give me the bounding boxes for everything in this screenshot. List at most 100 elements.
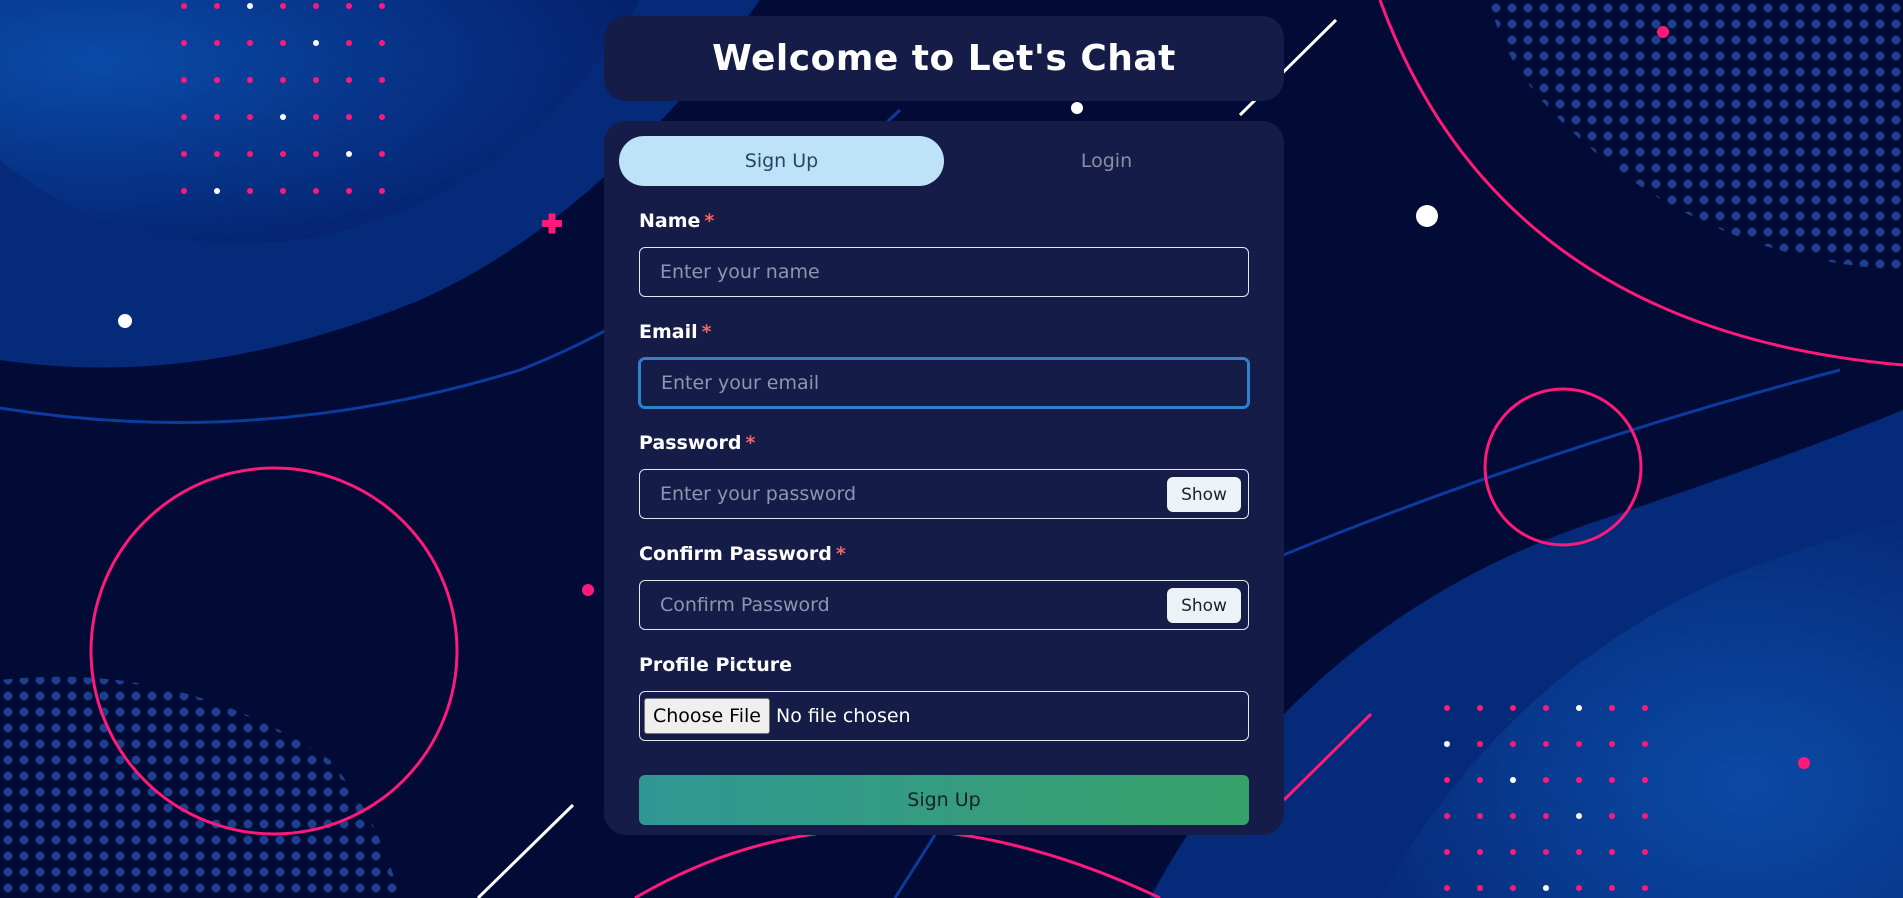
bg-grid-dot [346,40,352,46]
page-title: Welcome to Let's Chat [712,38,1176,79]
bg-grid-dot [313,77,319,83]
bg-grid-dot [1543,849,1549,855]
bg-grid-dot [313,114,319,120]
name-input[interactable] [640,248,1248,296]
bg-grid-dot [1609,849,1615,855]
auth-tabs: Sign Up Login [619,136,1269,186]
bg-grid-dot [181,77,187,83]
bg-grid-dot [346,188,352,194]
file-status: No file chosen [775,705,911,727]
bg-grid-dot [181,151,187,157]
bg-grid-dot [247,114,253,120]
bg-grid-dot [1510,741,1516,747]
bg-grid-dot [346,3,352,9]
bg-grid-dot [1477,741,1483,747]
password-field-wrapper: Show [639,469,1249,519]
bg-grid-dot [379,77,385,83]
tab-sign-up[interactable]: Sign Up [619,136,944,186]
bg-dot [1798,757,1810,769]
bg-grid-dot [1609,741,1615,747]
bg-grid-dot [1576,705,1582,711]
bg-grid-dot [1510,885,1516,891]
bg-grid-dot [1576,813,1582,819]
profile-picture-label-text: Profile Picture [639,654,793,676]
signup-card: Sign Up Login Name* Email* Password* Sho… [604,121,1284,835]
bg-grid-dot [1444,885,1450,891]
bg-grid-dot [214,114,220,120]
bg-grid-dot [1576,741,1582,747]
bg-grid-dot [313,188,319,194]
bg-grid-dot [1576,849,1582,855]
bg-grid-dot [247,151,253,157]
bg-grid-dot [1543,741,1549,747]
bg-grid-dot [1510,813,1516,819]
bg-grid-dot [247,77,253,83]
bg-grid-dot [1510,705,1516,711]
bg-grid-dot [1576,885,1582,891]
bg-grid-dot [247,188,253,194]
bg-grid-dot [379,151,385,157]
confirm-password-input[interactable] [640,581,1248,629]
bg-grid-dot [1477,885,1483,891]
password-label: Password * [639,432,1249,454]
bg-grid-dot [1543,705,1549,711]
show-password-button[interactable]: Show [1167,477,1241,512]
bg-grid-dot [247,40,253,46]
bg-grid-dot [280,114,286,120]
header-card: Welcome to Let's Chat [604,16,1284,101]
bg-grid-dot [1609,705,1615,711]
bg-grid-dot [313,3,319,9]
bg-grid-dot [1477,705,1483,711]
bg-grid-dot [1642,705,1648,711]
bg-grid-dot [1477,849,1483,855]
confirm-password-label: Confirm Password * [639,543,1249,565]
password-input[interactable] [640,470,1248,518]
tab-login[interactable]: Login [944,136,1269,186]
show-confirm-password-button[interactable]: Show [1167,588,1241,623]
bg-grid-dot [1543,885,1549,891]
confirm-password-label-text: Confirm Password [639,543,832,565]
bg-dot [582,584,594,596]
email-label: Email * [639,321,1249,343]
bg-grid-dot [1642,849,1648,855]
bg-grid-dot [280,40,286,46]
bg-grid-dot [181,40,187,46]
bg-grid-dot [379,188,385,194]
bg-grid-dot [1543,777,1549,783]
bg-grid-dot [346,151,352,157]
bg-grid-dot [1576,777,1582,783]
bg-grid-dot [1642,741,1648,747]
bg-grid-dot [280,188,286,194]
bg-grid-dot [379,114,385,120]
bg-grid-dot [1642,777,1648,783]
bg-grid-dot [1510,777,1516,783]
bg-dot [118,314,132,328]
choose-file-button[interactable]: Choose File [644,698,770,734]
bg-grid-dot [313,40,319,46]
bg-grid-dot [1609,813,1615,819]
required-mark: * [704,210,715,232]
bg-grid-dot [1444,813,1450,819]
bg-grid-dot [247,3,253,9]
bg-grid-dot [1477,813,1483,819]
email-input[interactable] [641,360,1247,406]
bg-grid-dot [1543,813,1549,819]
bg-grid-dot [181,3,187,9]
email-label-text: Email [639,321,698,343]
bg-grid-dot [181,188,187,194]
bg-grid-dot [1444,777,1450,783]
confirm-password-field-wrapper: Show [639,580,1249,630]
name-label: Name * [639,210,1249,232]
bg-grid-dot [1609,777,1615,783]
bg-grid-dot [214,151,220,157]
profile-picture-label: Profile Picture [639,654,1249,676]
bg-grid-dot [280,3,286,9]
bg-grid-dot [379,3,385,9]
bg-grid-dot [1444,705,1450,711]
bg-grid-dot [1642,885,1648,891]
bg-grid-dot [214,3,220,9]
bg-grid-dot [346,114,352,120]
sign-up-button[interactable]: Sign Up [639,775,1249,825]
bg-grid-dot [1609,885,1615,891]
bg-grid-dot [1642,813,1648,819]
